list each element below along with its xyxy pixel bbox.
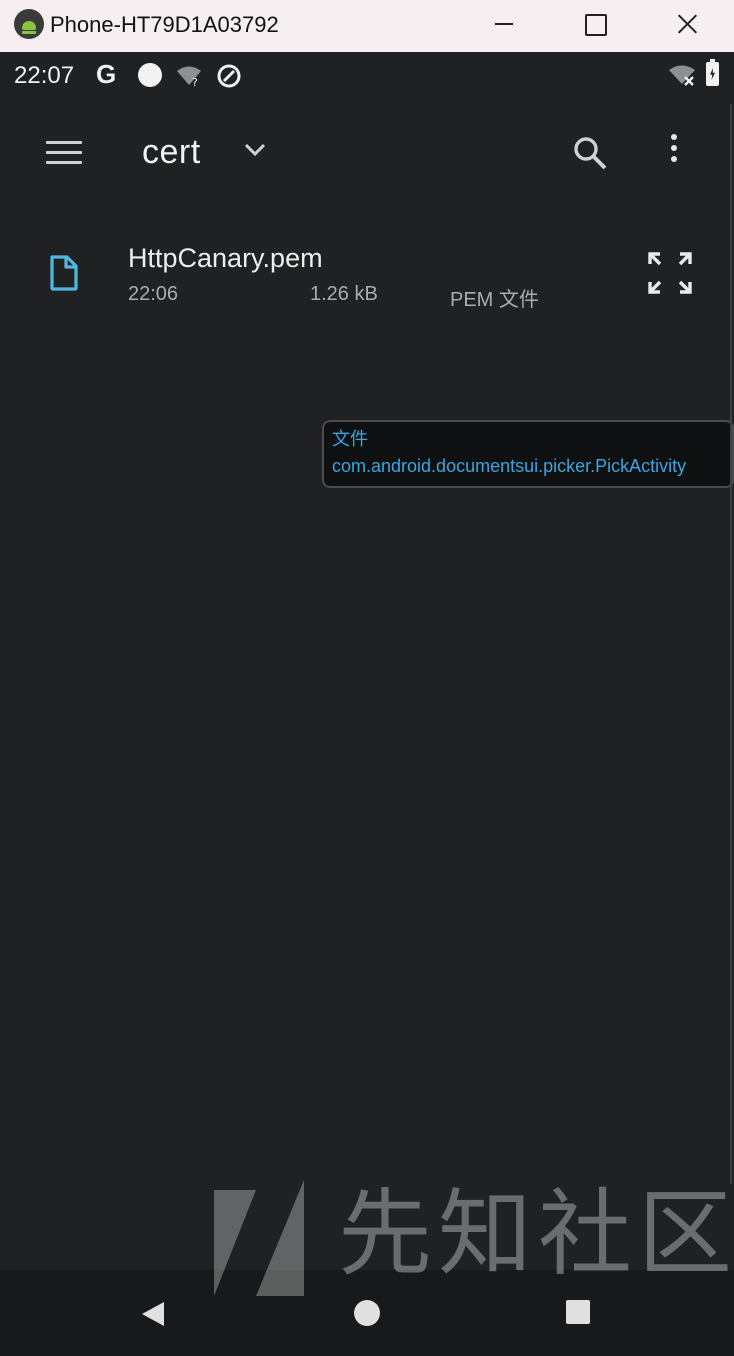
status-time: 22:07 — [14, 62, 75, 89]
close-icon[interactable] — [642, 0, 734, 52]
recents-icon[interactable] — [566, 1300, 590, 1324]
app-bar: cert — [0, 100, 734, 208]
scrollbar[interactable] — [730, 104, 732, 1184]
activity-info-overlay: 文件 com.android.documentsui.picker.PickAc… — [322, 420, 734, 488]
home-icon[interactable] — [354, 1300, 380, 1326]
back-icon[interactable] — [140, 1300, 166, 1328]
file-list-item[interactable]: HttpCanary.pem 22:06 1.26 kB PEM 文件 — [0, 237, 734, 317]
chevron-down-icon[interactable] — [244, 142, 266, 158]
google-icon: G — [96, 59, 117, 89]
expand-icon[interactable] — [647, 251, 693, 295]
at-sign-icon — [217, 64, 241, 88]
status-bar: 22:07 G ? — [0, 52, 734, 100]
more-vert-icon[interactable] — [664, 134, 684, 170]
file-size: 1.26 kB — [310, 283, 378, 305]
maximize-icon[interactable] — [550, 0, 642, 52]
file-name: HttpCanary.pem — [128, 243, 323, 273]
file-date: 22:06 — [128, 283, 179, 305]
window-title: Phone-HT79D1A03792 — [50, 12, 279, 37]
folder-title[interactable]: cert — [142, 133, 201, 172]
window-title-bar: Phone-HT79D1A03792 — [0, 0, 734, 52]
search-icon[interactable] — [572, 135, 608, 171]
minimize-icon[interactable] — [458, 0, 550, 52]
circle-notification-icon — [138, 63, 162, 87]
activity-class-name: com.android.documentsui.picker.PickActiv… — [332, 456, 687, 476]
svg-text:?: ? — [192, 76, 198, 87]
wifi-question-icon: ? — [177, 66, 201, 87]
battery-charging-icon — [706, 59, 719, 86]
activity-label: 文件 — [332, 429, 368, 449]
phone-screen: 22:07 G ? cert HttpCanary.pem 22:06 1.26… — [0, 52, 734, 1356]
menu-icon[interactable] — [46, 141, 82, 167]
navigation-bar — [0, 1270, 734, 1356]
android-app-icon — [14, 9, 44, 39]
wifi-off-icon — [669, 65, 695, 86]
file-icon — [50, 255, 78, 291]
file-type: PEM 文件 — [450, 289, 539, 311]
